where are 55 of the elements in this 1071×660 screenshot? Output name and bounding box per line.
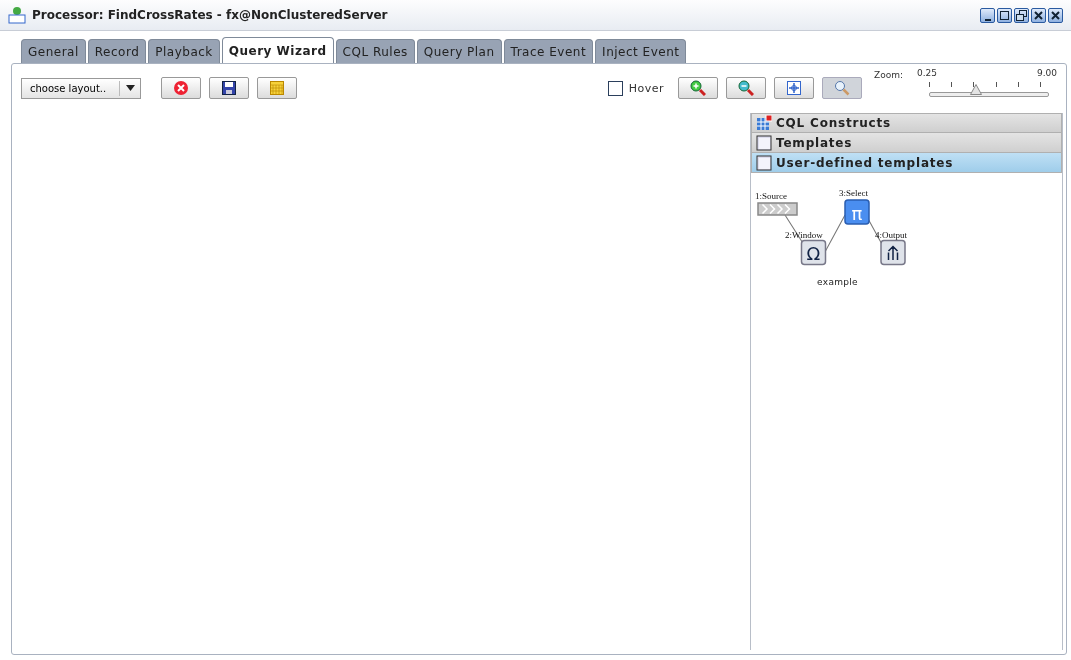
search-icon [834,80,850,96]
save-button[interactable] [209,77,249,99]
calendar-icon [270,81,284,95]
hover-label: Hover [628,81,664,95]
node-label: 3:Select [839,187,868,198]
grid-icon [756,115,772,131]
zoom-in-button[interactable] [678,77,718,99]
restore-button[interactable] [1014,7,1029,23]
app-logo-icon [8,6,26,24]
tab[interactable]: Playback [148,39,220,63]
zoom-min-label: 0.25 [917,68,938,78]
node-symbol: π [851,202,863,224]
template-name: example [817,277,858,287]
zoom-out-icon [738,80,754,96]
tab[interactable]: CQL Rules [335,39,415,63]
source-node-icon [757,202,798,216]
tab[interactable]: Trace Event [503,39,594,63]
minimize-button[interactable] [980,7,995,23]
hover-checkbox[interactable] [607,80,623,96]
zoom-max-label: 9.00 [1036,68,1057,78]
window-title: Processor: FindCrossRates - fx@NonClusteredServer [32,8,389,22]
palette-section-header[interactable]: Templates [751,133,1062,153]
delete-button[interactable] [161,77,201,99]
fit-button[interactable] [774,77,814,99]
panel-icon [756,134,772,151]
zoom-in-icon [690,80,706,96]
zoom-slider[interactable] [929,84,1049,97]
select-node [844,199,870,225]
node-symbol: Ω [806,243,821,264]
node-label: 1:Source [755,190,787,201]
crosshair-icon [787,81,801,95]
node-label: 4:Output [875,229,907,240]
layout-dropdown[interactable]: choose layout.. [21,77,141,99]
calendar-button[interactable] [257,77,297,99]
tab[interactable]: Query Wizard [221,37,334,63]
caret-icon [125,85,135,91]
tab[interactable]: General [21,39,86,63]
window-node [800,239,827,266]
panel-icon [756,154,772,171]
close-icon [173,80,189,96]
tab[interactable]: Inject Event [595,39,687,63]
maximize-button[interactable] [997,7,1012,23]
zoom-out-button[interactable] [726,77,766,99]
close-all-button[interactable] [1031,7,1046,23]
slider-thumb[interactable] [969,84,982,95]
node-label: 2:Window [785,229,823,240]
palette-section-header[interactable]: User-defined templates [751,153,1062,173]
minimize-icon [984,18,991,21]
zoom-label: Zoom: [874,70,903,80]
tab[interactable]: Record [87,39,147,63]
output-node-icon [880,239,906,266]
palette-section-header[interactable]: CQL Constructs [751,113,1062,133]
close-button[interactable] [1048,7,1063,23]
save-icon [222,81,236,95]
tab[interactable]: Query Plan [416,39,502,63]
